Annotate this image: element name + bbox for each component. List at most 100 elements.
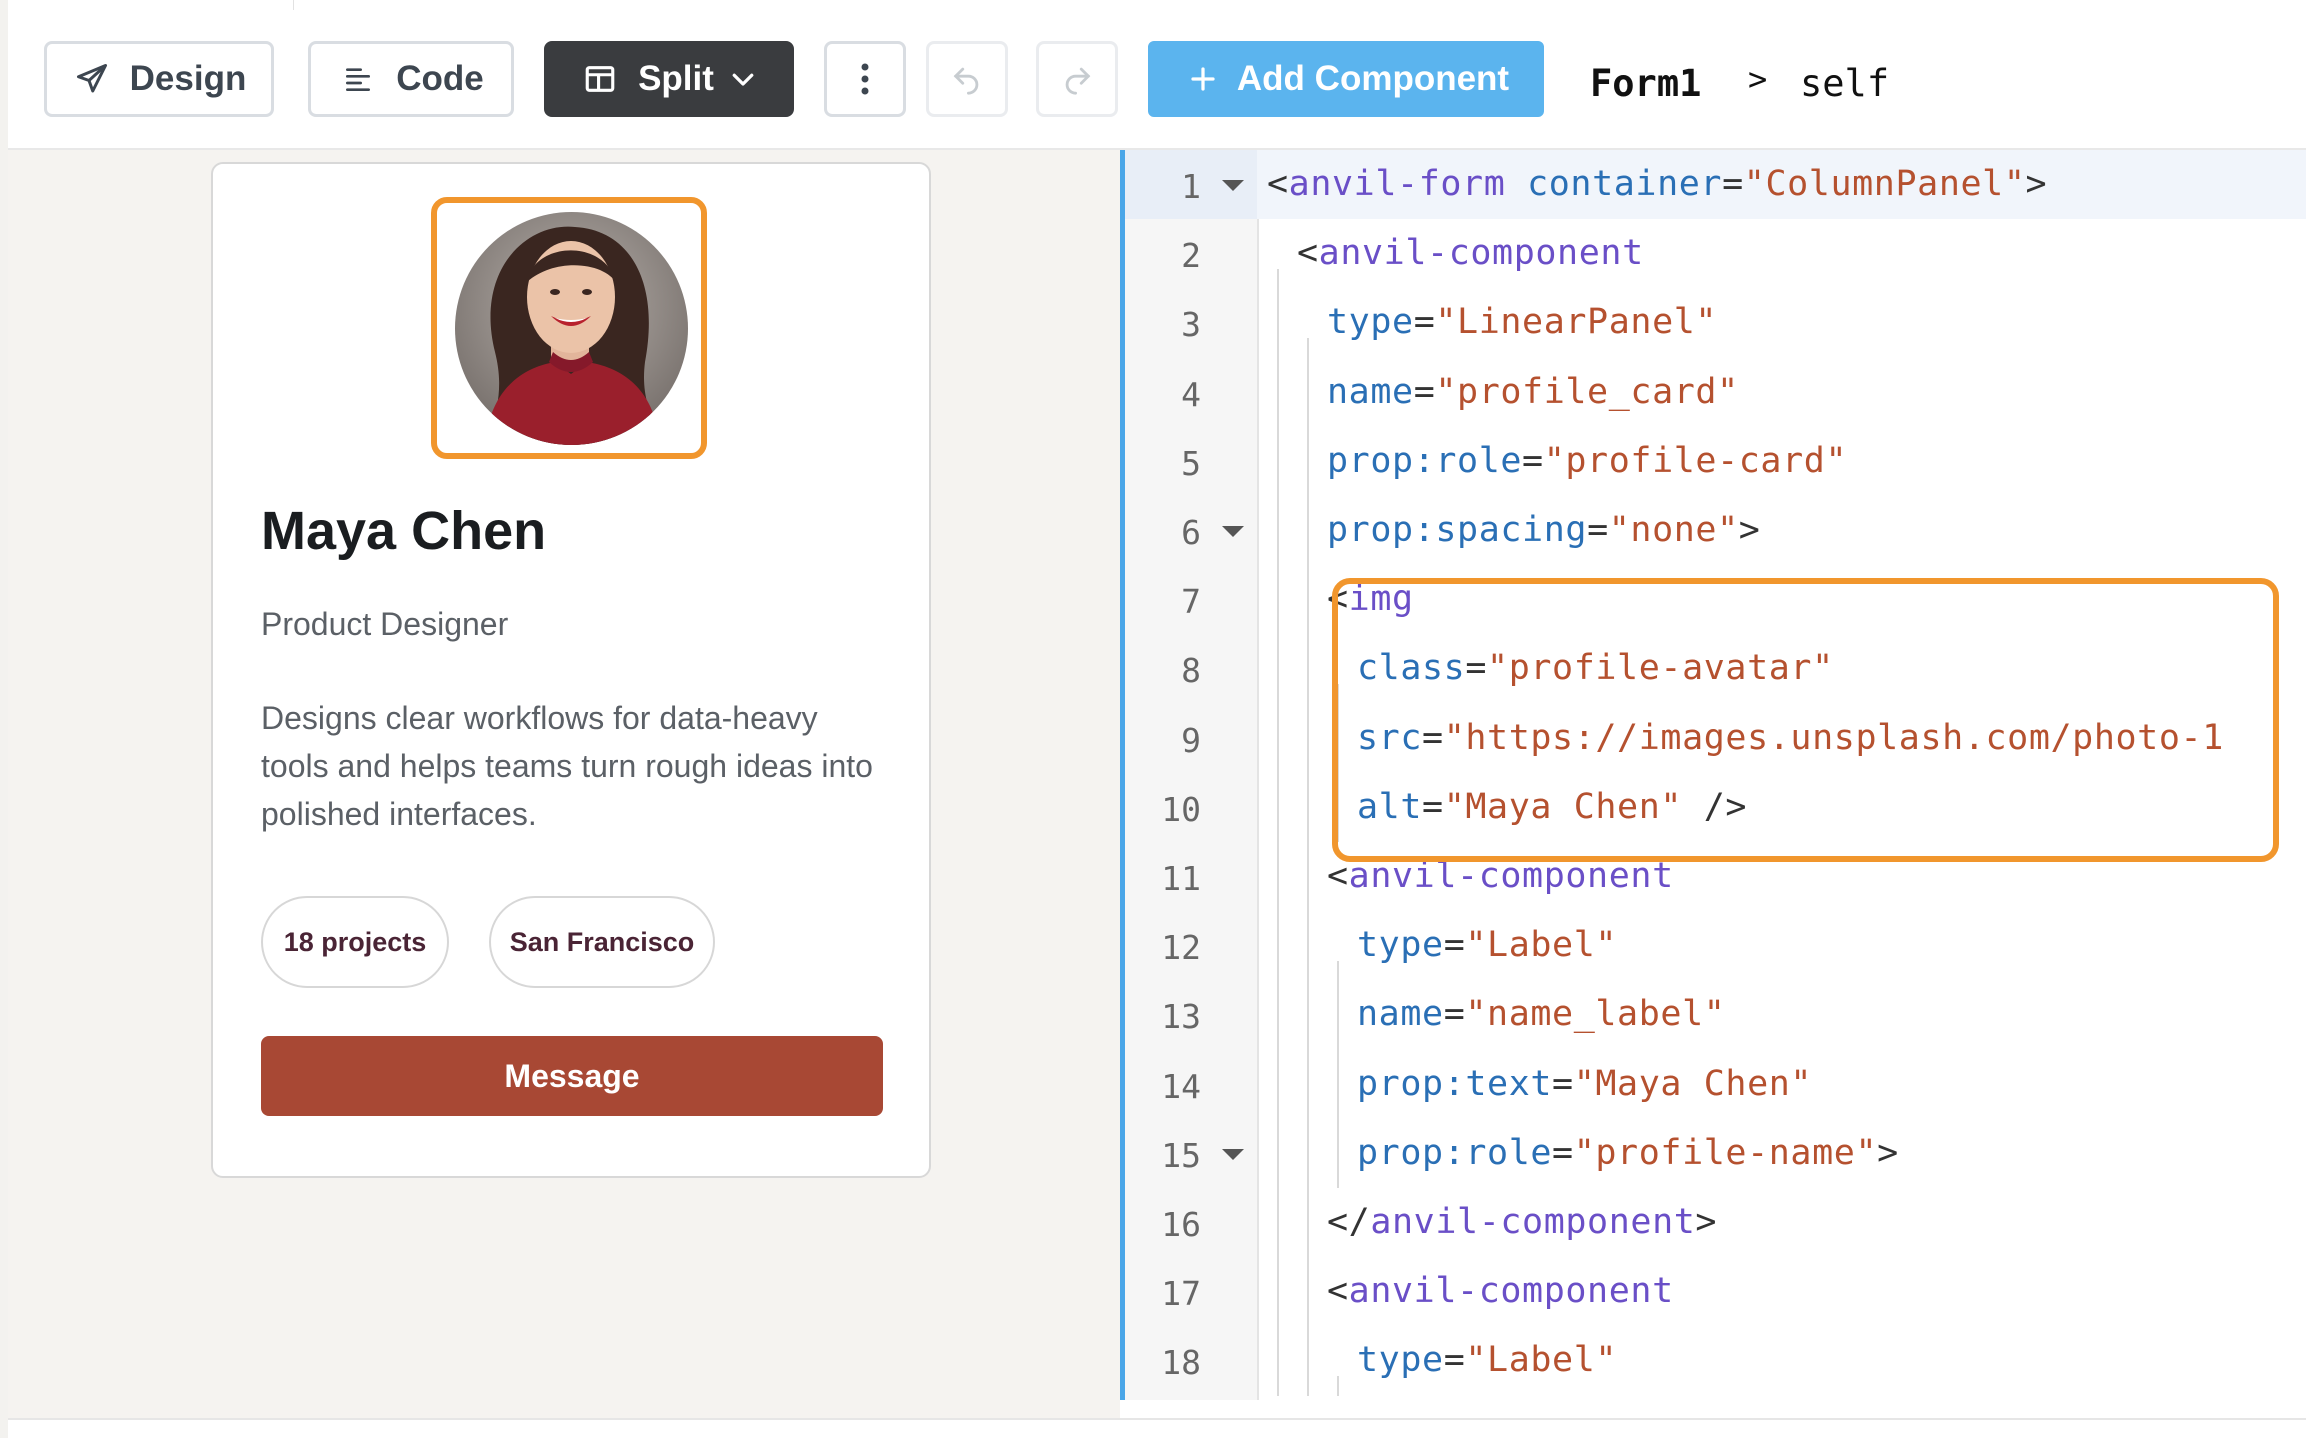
breadcrumb-context[interactable]: self xyxy=(1800,62,1889,105)
code-token: type xyxy=(1327,302,1414,343)
code-text: name="profile_card" xyxy=(1327,372,1739,412)
code-line[interactable]: 6 prop:spacing="none"> xyxy=(1125,496,2306,565)
code-line[interactable]: 4 name="profile_card" xyxy=(1125,358,2306,427)
code-token: type xyxy=(1357,1340,1444,1381)
plus-icon xyxy=(1183,59,1223,99)
line-number: 9 xyxy=(1181,720,1201,760)
message-button[interactable]: Message xyxy=(261,1036,883,1116)
add-component-button[interactable]: Add Component xyxy=(1148,41,1544,117)
code-text: </anvil-component> xyxy=(1327,1202,1717,1242)
line-number: 8 xyxy=(1181,651,1201,691)
code-editor[interactable]: 1 <anvil-form container="ColumnPanel"> 2 <a… xyxy=(1125,150,2306,1400)
code-text: type="LinearPanel" xyxy=(1327,302,1717,342)
code-token: = xyxy=(1522,440,1544,481)
profile-role: Product Designer xyxy=(261,606,509,642)
design-canvas: Maya Chen Product Designer Designs clear… xyxy=(8,150,1120,1418)
line-number: 1 xyxy=(1181,167,1201,206)
line-number: 12 xyxy=(1161,928,1201,968)
split-view-button[interactable]: Split xyxy=(544,41,794,117)
profile-bio: Designs clear workflows for data-heavy t… xyxy=(261,700,873,832)
code-view-button[interactable]: Code xyxy=(308,41,514,117)
line-number: 15 xyxy=(1161,1135,1201,1175)
profile-card[interactable]: Maya Chen Product Designer Designs clear… xyxy=(211,162,931,1178)
code-line[interactable]: 15 prop:role="profile-name"> xyxy=(1125,1119,2306,1188)
code-token: < xyxy=(1297,233,1319,274)
redo-icon xyxy=(1057,59,1097,99)
code-token: < xyxy=(1327,856,1349,896)
code-token: anvil-component xyxy=(1370,1202,1696,1242)
code-token: > xyxy=(1738,510,1761,550)
code-line[interactable]: 14 prop:text="Maya Chen" xyxy=(1125,1050,2306,1119)
profile-avatar[interactable] xyxy=(455,212,688,445)
text-lines-icon xyxy=(338,59,378,99)
code-line[interactable]: 17 <anvil-component xyxy=(1125,1257,2306,1326)
code-token: "none" xyxy=(1608,510,1739,550)
line-number: 4 xyxy=(1181,374,1201,414)
design-view-label: Design xyxy=(129,59,247,98)
design-view-button[interactable]: Design xyxy=(44,41,274,117)
line-number: 7 xyxy=(1181,582,1201,622)
code-text: prop:text="Maya Chen" xyxy=(1357,1064,1812,1104)
code-line[interactable]: 1 <anvil-form container="ColumnPanel"> xyxy=(1125,150,2306,219)
code-token: > xyxy=(1695,1202,1718,1242)
add-component-label: Add Component xyxy=(1236,59,1510,98)
code-token: </ xyxy=(1327,1202,1371,1242)
redo-button[interactable] xyxy=(1036,41,1118,117)
code-text: prop:spacing="none"> xyxy=(1327,510,1760,550)
code-token: > xyxy=(1877,1132,1899,1173)
code-line[interactable]: 3 type="LinearPanel" xyxy=(1125,288,2306,357)
indent-guide xyxy=(1337,1376,1339,1396)
code-token: prop:text xyxy=(1357,1063,1553,1104)
fold-arrow-icon[interactable] xyxy=(1222,526,1244,537)
more-options-button[interactable] xyxy=(824,41,906,117)
line-number-cell: 10 xyxy=(1125,773,1257,842)
line-number: 2 xyxy=(1181,236,1201,276)
selected-avatar-outline[interactable] xyxy=(431,197,707,459)
line-number: 10 xyxy=(1161,789,1201,829)
indent-guide xyxy=(1307,338,1309,1396)
undo-button[interactable] xyxy=(926,41,1008,117)
line-number-cell: 5 xyxy=(1125,427,1257,496)
fold-arrow-icon[interactable] xyxy=(1222,1148,1244,1160)
selected-code-outline xyxy=(1332,578,2279,862)
line-number-cell: 6 xyxy=(1125,496,1257,565)
code-token: type xyxy=(1357,925,1444,966)
code-token: name xyxy=(1357,994,1444,1035)
code-text: type="Label" xyxy=(1357,925,1617,965)
line-number: 16 xyxy=(1161,1205,1201,1244)
editor-toolbar: Design Code Split Add Component Form1 > … xyxy=(8,10,2306,150)
code-line[interactable]: 5 prop:role="profile-card" xyxy=(1125,427,2306,496)
code-line[interactable]: 18 type="Label" xyxy=(1125,1326,2306,1395)
code-text: <anvil-form container="ColumnPanel"> xyxy=(1267,164,2047,204)
fold-arrow-icon[interactable] xyxy=(1222,180,1244,191)
code-text: prop:role="profile-card" xyxy=(1327,441,1847,481)
code-text: name="name_label" xyxy=(1357,994,1725,1034)
code-token: container xyxy=(1527,164,1723,204)
code-token: "Label" xyxy=(1465,1340,1618,1381)
code-line[interactable]: 16 </anvil-component> xyxy=(1125,1188,2306,1257)
line-number: 17 xyxy=(1161,1274,1201,1314)
line-number-cell: 11 xyxy=(1125,842,1257,911)
line-number-cell: 7 xyxy=(1125,565,1257,634)
code-token: = xyxy=(1413,302,1436,343)
indent-guide xyxy=(1277,269,1279,1396)
code-token: = xyxy=(1552,1063,1574,1104)
split-view-label: Split xyxy=(638,59,714,98)
code-token: prop:role xyxy=(1327,440,1523,481)
code-token: = xyxy=(1413,371,1436,412)
code-token: prop:role xyxy=(1357,1132,1553,1173)
code-token: < xyxy=(1267,164,1289,204)
code-token: anvil-form xyxy=(1288,164,1506,204)
line-number-cell: 15 xyxy=(1125,1119,1257,1188)
code-token: = xyxy=(1587,510,1609,550)
code-line[interactable]: 13 name="name_label" xyxy=(1125,980,2306,1049)
line-number-cell: 3 xyxy=(1125,288,1257,357)
code-line[interactable]: 2 <anvil-component xyxy=(1125,219,2306,288)
line-number: 14 xyxy=(1161,1066,1201,1106)
line-number: 6 xyxy=(1181,513,1201,552)
line-number-cell: 12 xyxy=(1125,911,1257,980)
code-token: "profile_card" xyxy=(1435,371,1739,412)
code-line[interactable]: 12 type="Label" xyxy=(1125,911,2306,980)
code-view-label: Code xyxy=(396,59,484,98)
breadcrumb-form[interactable]: Form1 xyxy=(1590,62,1701,105)
